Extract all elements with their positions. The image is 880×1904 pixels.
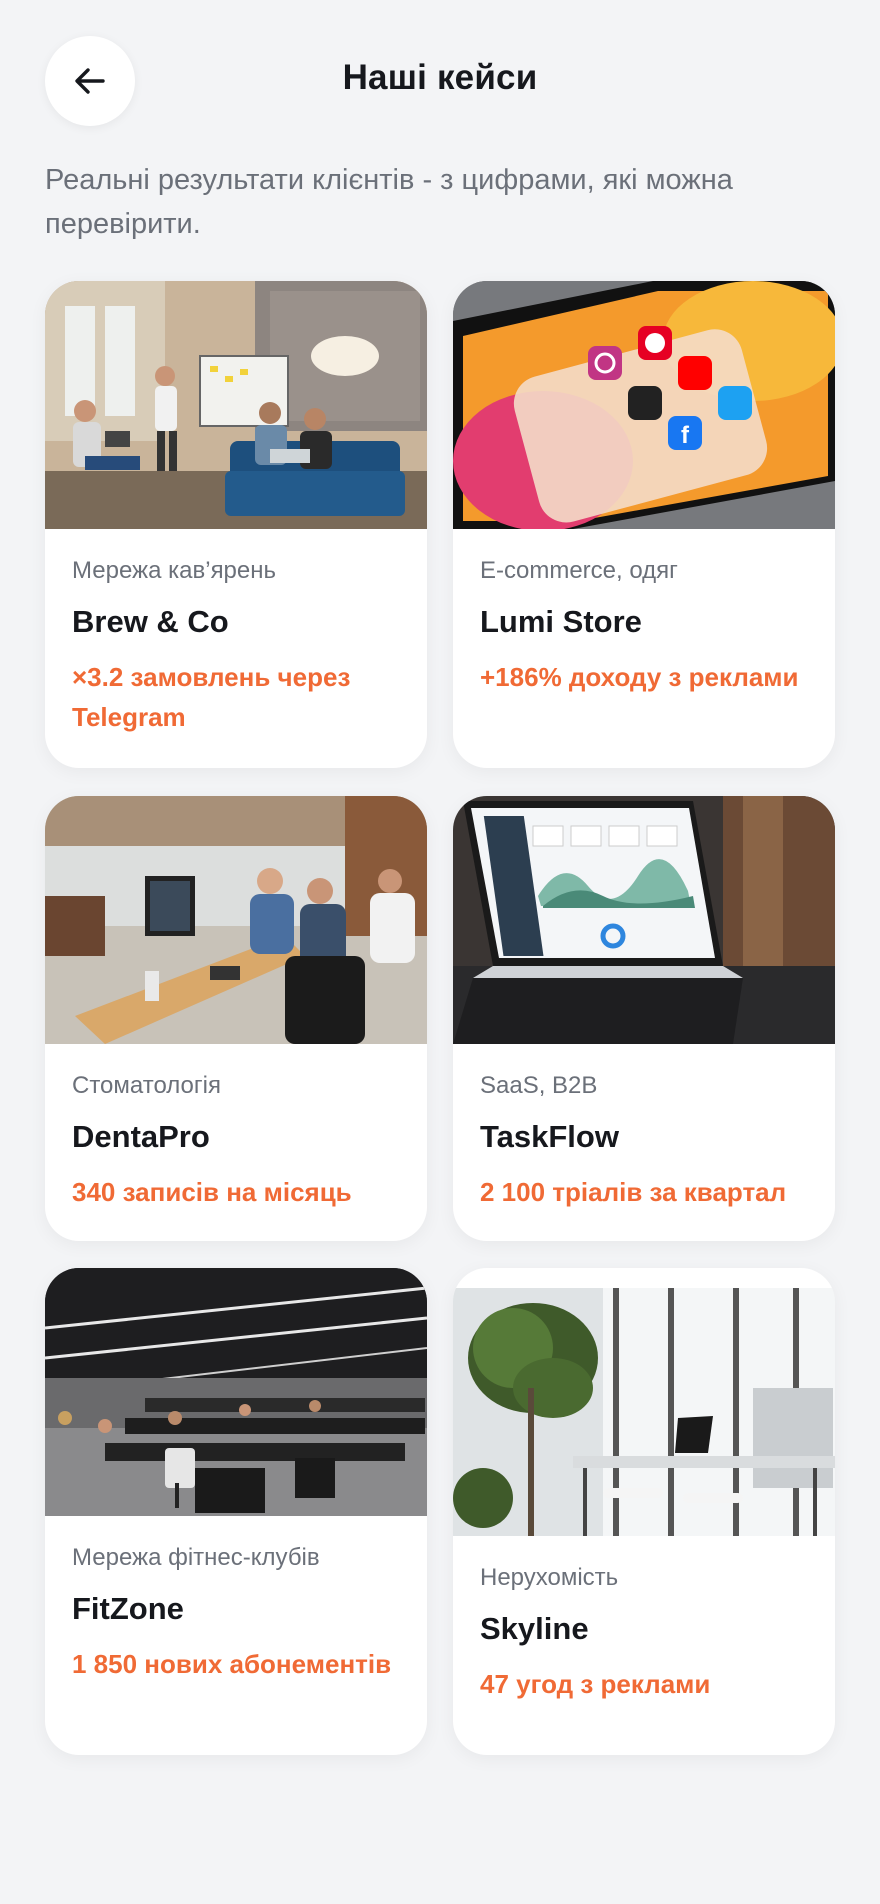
- open-office-photo: [45, 1268, 427, 1516]
- case-card-lumi-store[interactable]: f E-commerce, одяг Lumi Store +186% дохо…: [453, 281, 835, 768]
- case-name: Brew & Co: [72, 604, 229, 639]
- case-result: 2 100 тріалів за квартал: [480, 1177, 787, 1207]
- header: Наші кейси: [0, 0, 880, 164]
- case-category: Мережа фітнес-клубів: [72, 1544, 320, 1571]
- case-category: Мережа кав’ярень: [72, 557, 277, 584]
- case-result: 340 записів на місяць: [72, 1177, 352, 1207]
- bright-workspace-photo: [453, 1288, 835, 1536]
- page-subtitle: Реальні результати клієнтів - з цифрами,…: [45, 164, 733, 240]
- case-result: 1 850 нових абонементів: [72, 1649, 392, 1679]
- case-result: +186% доходу з реклами: [480, 662, 799, 692]
- office-meeting-photo: [45, 281, 427, 529]
- case-category: Стоматологія: [72, 1072, 221, 1099]
- case-result: ×3.2 замовлень через Telegram: [72, 662, 351, 732]
- case-category: E-commerce, одяг: [480, 557, 678, 584]
- case-name: DentaPro: [72, 1119, 210, 1154]
- case-category: SaaS, B2B: [480, 1072, 598, 1099]
- case-card-brew-co[interactable]: Мережа кав’ярень Brew & Co ×3.2 замовлен…: [45, 281, 427, 768]
- laptop-dashboard-photo: [453, 796, 835, 1044]
- case-name: FitZone: [72, 1591, 184, 1626]
- case-card-taskflow[interactable]: SaaS, B2B TaskFlow 2 100 тріалів за квар…: [453, 796, 835, 1241]
- case-name: Skyline: [480, 1611, 589, 1646]
- case-name: Lumi Store: [480, 604, 642, 639]
- team-desk-photo: [45, 796, 427, 1044]
- svg-text:f: f: [681, 422, 690, 449]
- case-card-dentapro[interactable]: Стоматологія DentaPro 340 записів на міс…: [45, 796, 427, 1241]
- page-title: Наші кейси: [342, 58, 538, 97]
- case-result: 47 угод з реклами: [480, 1669, 711, 1699]
- case-category: Нерухомість: [480, 1564, 619, 1591]
- social-media-phone-photo: f: [453, 281, 835, 529]
- case-card-fitzone[interactable]: Мережа фітнес-клубів FitZone 1 850 нових…: [45, 1268, 427, 1755]
- case-card-skyline[interactable]: Нерухомість Skyline 47 угод з реклами: [453, 1268, 835, 1755]
- case-name: TaskFlow: [480, 1119, 619, 1154]
